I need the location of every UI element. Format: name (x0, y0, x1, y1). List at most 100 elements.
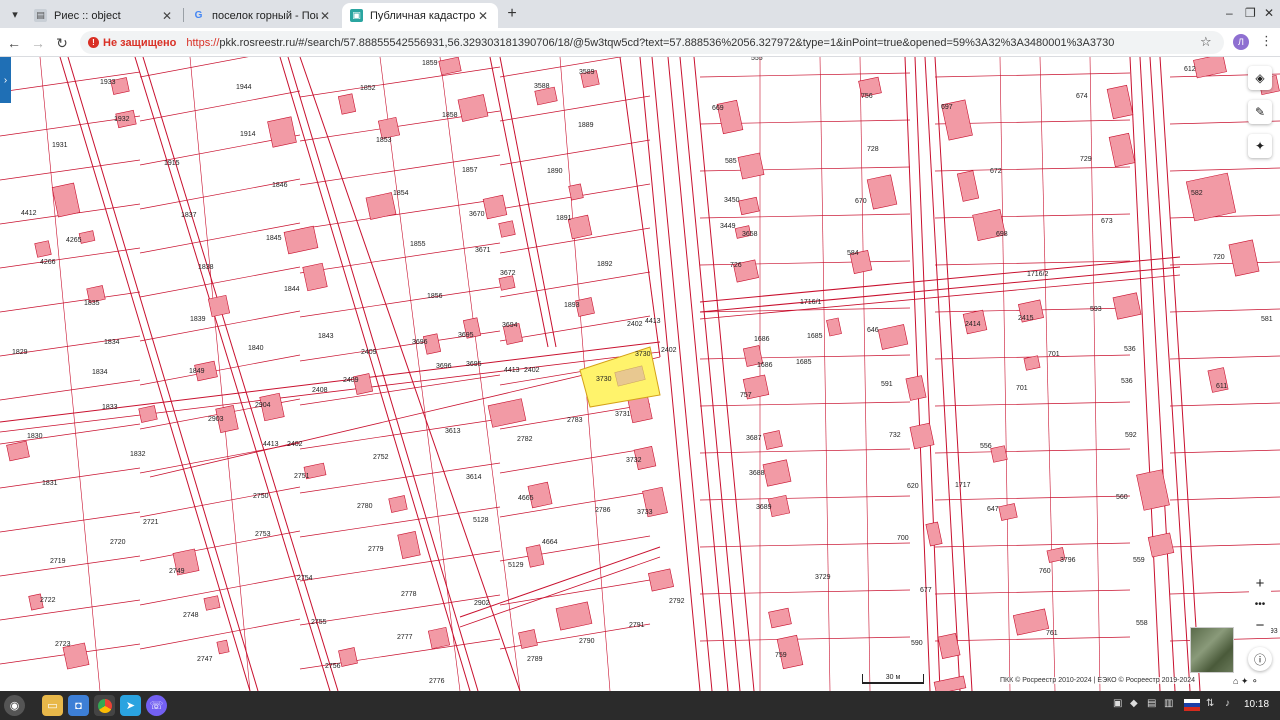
ruler-icon[interactable]: ✎ (1248, 100, 1272, 124)
building (648, 568, 674, 592)
tab-cadastral-map[interactable]: ▣ Публичная кадастровая карта ✕ (342, 3, 498, 28)
parcel-label: 536 (1121, 378, 1133, 385)
security-label[interactable]: Не защищено (103, 37, 176, 49)
parcel-label: 2408 (312, 387, 328, 394)
more-menu-icon[interactable]: ⋮ (1260, 33, 1273, 49)
building (1193, 57, 1227, 79)
address-bar[interactable]: ! Не защищено https:// pkk.rosreestr.ru/… (80, 31, 1224, 54)
close-icon[interactable]: ✕ (318, 9, 332, 23)
parcel-label: 2720 (110, 539, 126, 546)
back-arrow-icon[interactable]: ← (4, 33, 24, 53)
parcel-boundary (1169, 449, 1280, 454)
warning-icon[interactable]: ! (88, 37, 99, 48)
parcel-label: 2779 (368, 546, 384, 553)
parcel-label: 556 (980, 443, 992, 450)
building (525, 544, 545, 568)
parcel-label: 728 (867, 146, 879, 153)
tab-title: Риес :: object (54, 9, 121, 22)
close-icon[interactable]: ✕ (476, 9, 490, 23)
building (1228, 239, 1260, 277)
parcel-boundary (299, 418, 501, 450)
parcel-boundary (139, 310, 301, 342)
locate-icon[interactable]: ✦ (1248, 134, 1272, 158)
parcel-label: 2755 (311, 619, 327, 626)
parcel-boundary (499, 535, 651, 562)
tray-clipboard-icon[interactable]: ▣ (1113, 698, 1122, 709)
keyboard-layout-flag[interactable] (1184, 699, 1200, 711)
profile-avatar[interactable]: Л (1233, 34, 1249, 50)
parcel-label: 2748 (183, 612, 199, 619)
tab-riess-object[interactable]: ▤ Риес :: object ✕ (26, 3, 182, 28)
tray-device-icon[interactable]: ▥ (1164, 698, 1173, 709)
close-icon[interactable]: ✕ (160, 9, 174, 23)
tab-search-icon[interactable]: ▾ (6, 5, 24, 23)
parcel-label: 592 (1125, 432, 1137, 439)
layers-icon[interactable]: ◈ (1248, 66, 1272, 90)
zoom-out-button[interactable]: − (1249, 615, 1271, 635)
parcel-label: 2754 (297, 575, 313, 582)
tray-printer-icon[interactable]: ▤ (1147, 698, 1156, 709)
parcel-label: 4413 (263, 441, 279, 448)
parcel-label: 1837 (181, 212, 197, 219)
parcel-boundary (0, 351, 661, 433)
parcel-label: 701 (1048, 351, 1060, 358)
parcel-boundary (679, 57, 741, 691)
restore-icon[interactable]: ❐ (1245, 6, 1256, 20)
start-menu-icon[interactable]: ◉ (4, 695, 25, 716)
chrome-icon[interactable] (94, 695, 115, 716)
forward-arrow-icon[interactable]: → (28, 33, 48, 53)
info-icon[interactable]: ⓘ (1248, 647, 1272, 671)
parcel-label: 1858 (442, 112, 458, 119)
new-tab-button[interactable]: + (503, 5, 521, 23)
parcel-label: 760 (1039, 568, 1051, 575)
parcel-boundary (1169, 402, 1280, 407)
map-canvas[interactable]: 3730 3730 1933 1944 1932 1914 1931 1915 1846 183… (0, 57, 1280, 691)
parcel-label: 1932 (114, 116, 130, 123)
parcel-label: 3671 (475, 247, 491, 254)
parcel-boundary (0, 555, 141, 577)
parcel-label: 2723 (55, 641, 71, 648)
reload-icon[interactable]: ↻ (52, 33, 72, 53)
telegram-icon[interactable]: ➤ (120, 695, 141, 716)
parcel-label: 2902 (474, 600, 490, 607)
building (1185, 172, 1237, 222)
more-zoom-icon[interactable]: ••• (1249, 594, 1271, 614)
parcel-label: 1716/2 (1027, 271, 1049, 278)
building (1023, 355, 1041, 371)
building (518, 629, 538, 649)
minimap[interactable] (1190, 627, 1234, 673)
minimize-icon[interactable]: – (1226, 6, 1233, 20)
screenshot-icon[interactable]: ◘ (68, 695, 89, 716)
parcel-label: 4413 (504, 367, 520, 374)
parcel-label: 536 (1124, 346, 1136, 353)
tray-shield-icon[interactable]: ◆ (1130, 698, 1138, 709)
zoom-in-button[interactable]: + (1249, 573, 1271, 593)
file-manager-icon[interactable]: ▭ (42, 695, 63, 716)
parcel-label: 726 (730, 262, 742, 269)
parcel-label: 2751 (294, 473, 310, 480)
side-panel-toggle[interactable]: › (0, 57, 11, 103)
viber-icon[interactable]: ☏ (146, 695, 167, 716)
close-window-icon[interactable]: ✕ (1264, 6, 1274, 20)
parcel-label: 2792 (669, 598, 685, 605)
parcel-label: 2790 (579, 638, 595, 645)
bookmark-star-icon[interactable]: ☆ (1200, 34, 1212, 50)
parcel-label: 2719 (50, 558, 66, 565)
parcel-label: 1853 (376, 137, 392, 144)
parcel-boundary (39, 57, 101, 691)
map-bottom-icons[interactable]: ⌂ ✦ ⚬ (1233, 676, 1259, 687)
cadastral-map[interactable]: 3730 3730 1933 1944 1932 1914 1931 1915 1846 183… (0, 57, 1280, 691)
parcel-label: 2402 (661, 347, 677, 354)
parcel-label: 756 (861, 93, 873, 100)
volume-icon[interactable]: ♪ (1225, 698, 1230, 709)
parcel-label: 1892 (597, 261, 613, 268)
building (1108, 132, 1136, 168)
parcel-label: 2722 (40, 597, 56, 604)
tab-google-search[interactable]: G поселок горный - Поиск в Google ✕ (184, 3, 340, 28)
parcel-label: 3449 (720, 223, 736, 230)
parcel-label: 2903 (208, 416, 224, 423)
building (267, 116, 297, 148)
parcel-boundary (499, 315, 651, 342)
network-icon[interactable]: ⇅ (1206, 698, 1214, 709)
building (487, 398, 527, 428)
